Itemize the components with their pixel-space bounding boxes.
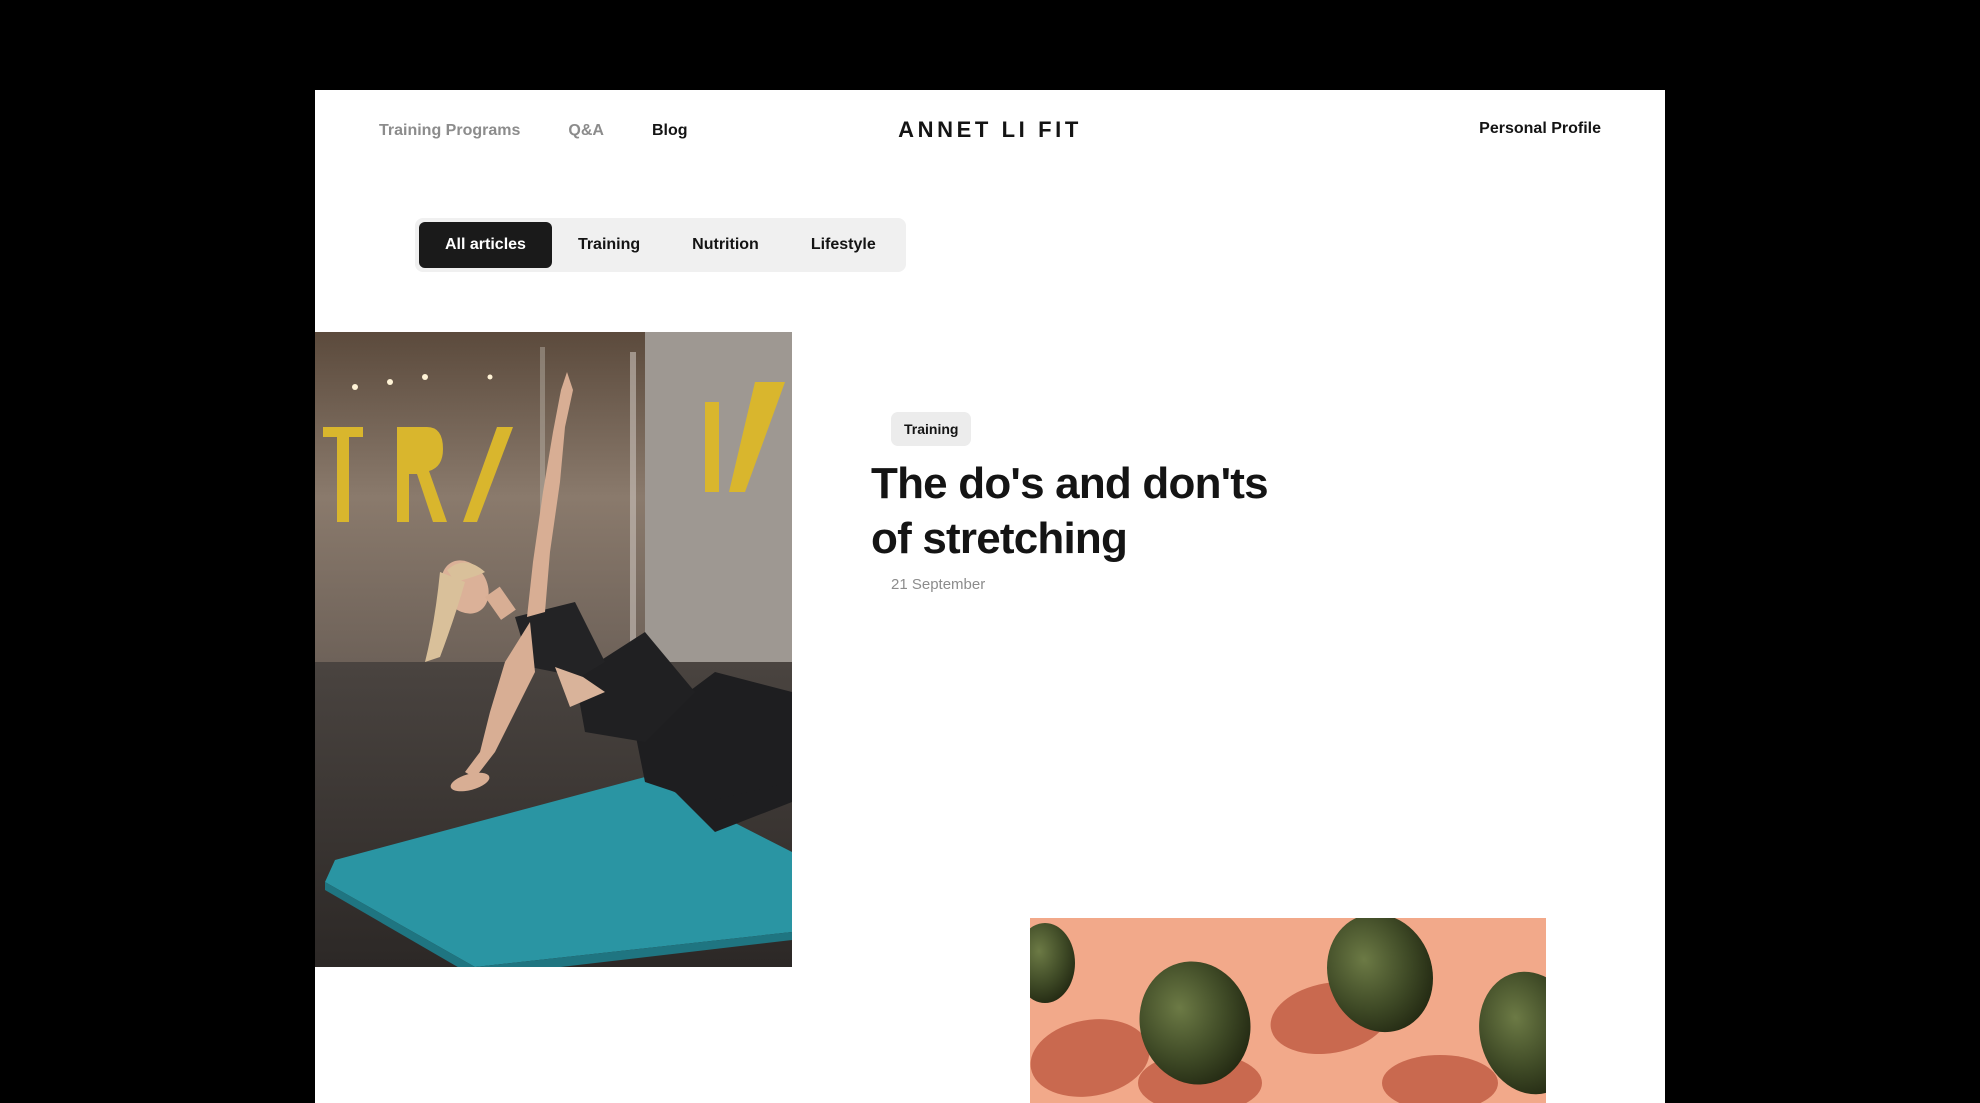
avocados-photo [1030,918,1546,1103]
site-logo[interactable]: ANNET LI FIT [315,117,1665,143]
article-date: 21 September [891,576,986,593]
article-title[interactable]: The do's and don'ts of stretching [871,456,1391,566]
featured-article: Training The do's and don'ts of stretchi… [871,412,1391,593]
article-filter-tabs: All articles Training Nutrition Lifestyl… [415,218,906,272]
personal-profile-link[interactable]: Personal Profile [1479,120,1601,138]
featured-article-image[interactable] [315,332,792,967]
woman-side-plank-photo [315,332,792,967]
filter-lifestyle[interactable]: Lifestyle [785,222,902,268]
blog-page: Training Programs Q&A Blog ANNET LI FIT … [315,90,1665,1103]
filter-training[interactable]: Training [552,222,666,268]
filter-all-articles[interactable]: All articles [419,222,552,268]
article-tag[interactable]: Training [891,412,972,446]
second-article-image[interactable] [1030,918,1546,1103]
filter-nutrition[interactable]: Nutrition [666,222,785,268]
